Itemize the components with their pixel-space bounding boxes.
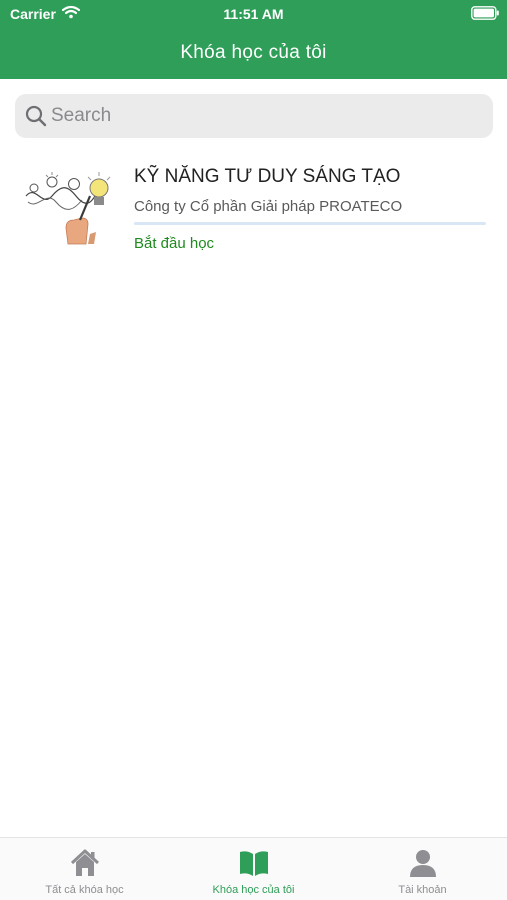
tab-label: Tài khoản [398, 884, 447, 896]
course-title: KỸ NĂNG TƯ DUY SÁNG TẠO [134, 166, 401, 187]
tab-label: Tất cả khóa học [45, 884, 124, 896]
search-icon [25, 105, 47, 127]
tab-bar: Tất cả khóa học Khóa học của tôi Tài kho… [0, 837, 507, 900]
page-title: Khóa học của tôi [180, 42, 327, 63]
course-list-item[interactable]: KỸ NĂNG TƯ DUY SÁNG TẠO Công ty Cổ phần … [0, 154, 507, 264]
course-provider: Công ty Cổ phần Giải pháp PROATECO [134, 198, 403, 215]
status-bar: Carrier 11:51 AM [0, 0, 507, 28]
status-time: 11:51 AM [223, 6, 284, 22]
header: Carrier 11:51 AM Khóa học của tôi [0, 0, 507, 79]
tab-all-courses[interactable]: Tất cả khóa học [0, 838, 169, 900]
book-icon [240, 851, 268, 876]
tab-label: Khóa học của tôi [212, 884, 295, 896]
start-learning-button[interactable]: Bắt đầu học [134, 235, 214, 252]
search-input[interactable] [51, 94, 481, 138]
tab-account[interactable]: Tài khoản [338, 838, 507, 900]
battery-icon [471, 6, 499, 20]
home-icon [70, 849, 100, 876]
course-thumbnail [25, 172, 111, 245]
user-icon [410, 850, 436, 877]
app-screen: Carrier 11:51 AM Khóa học của tôi Search… [0, 0, 507, 900]
tab-my-courses[interactable]: Khóa học của tôi [169, 838, 338, 900]
course-progress-bar [134, 222, 486, 225]
search-bar[interactable] [15, 94, 493, 138]
